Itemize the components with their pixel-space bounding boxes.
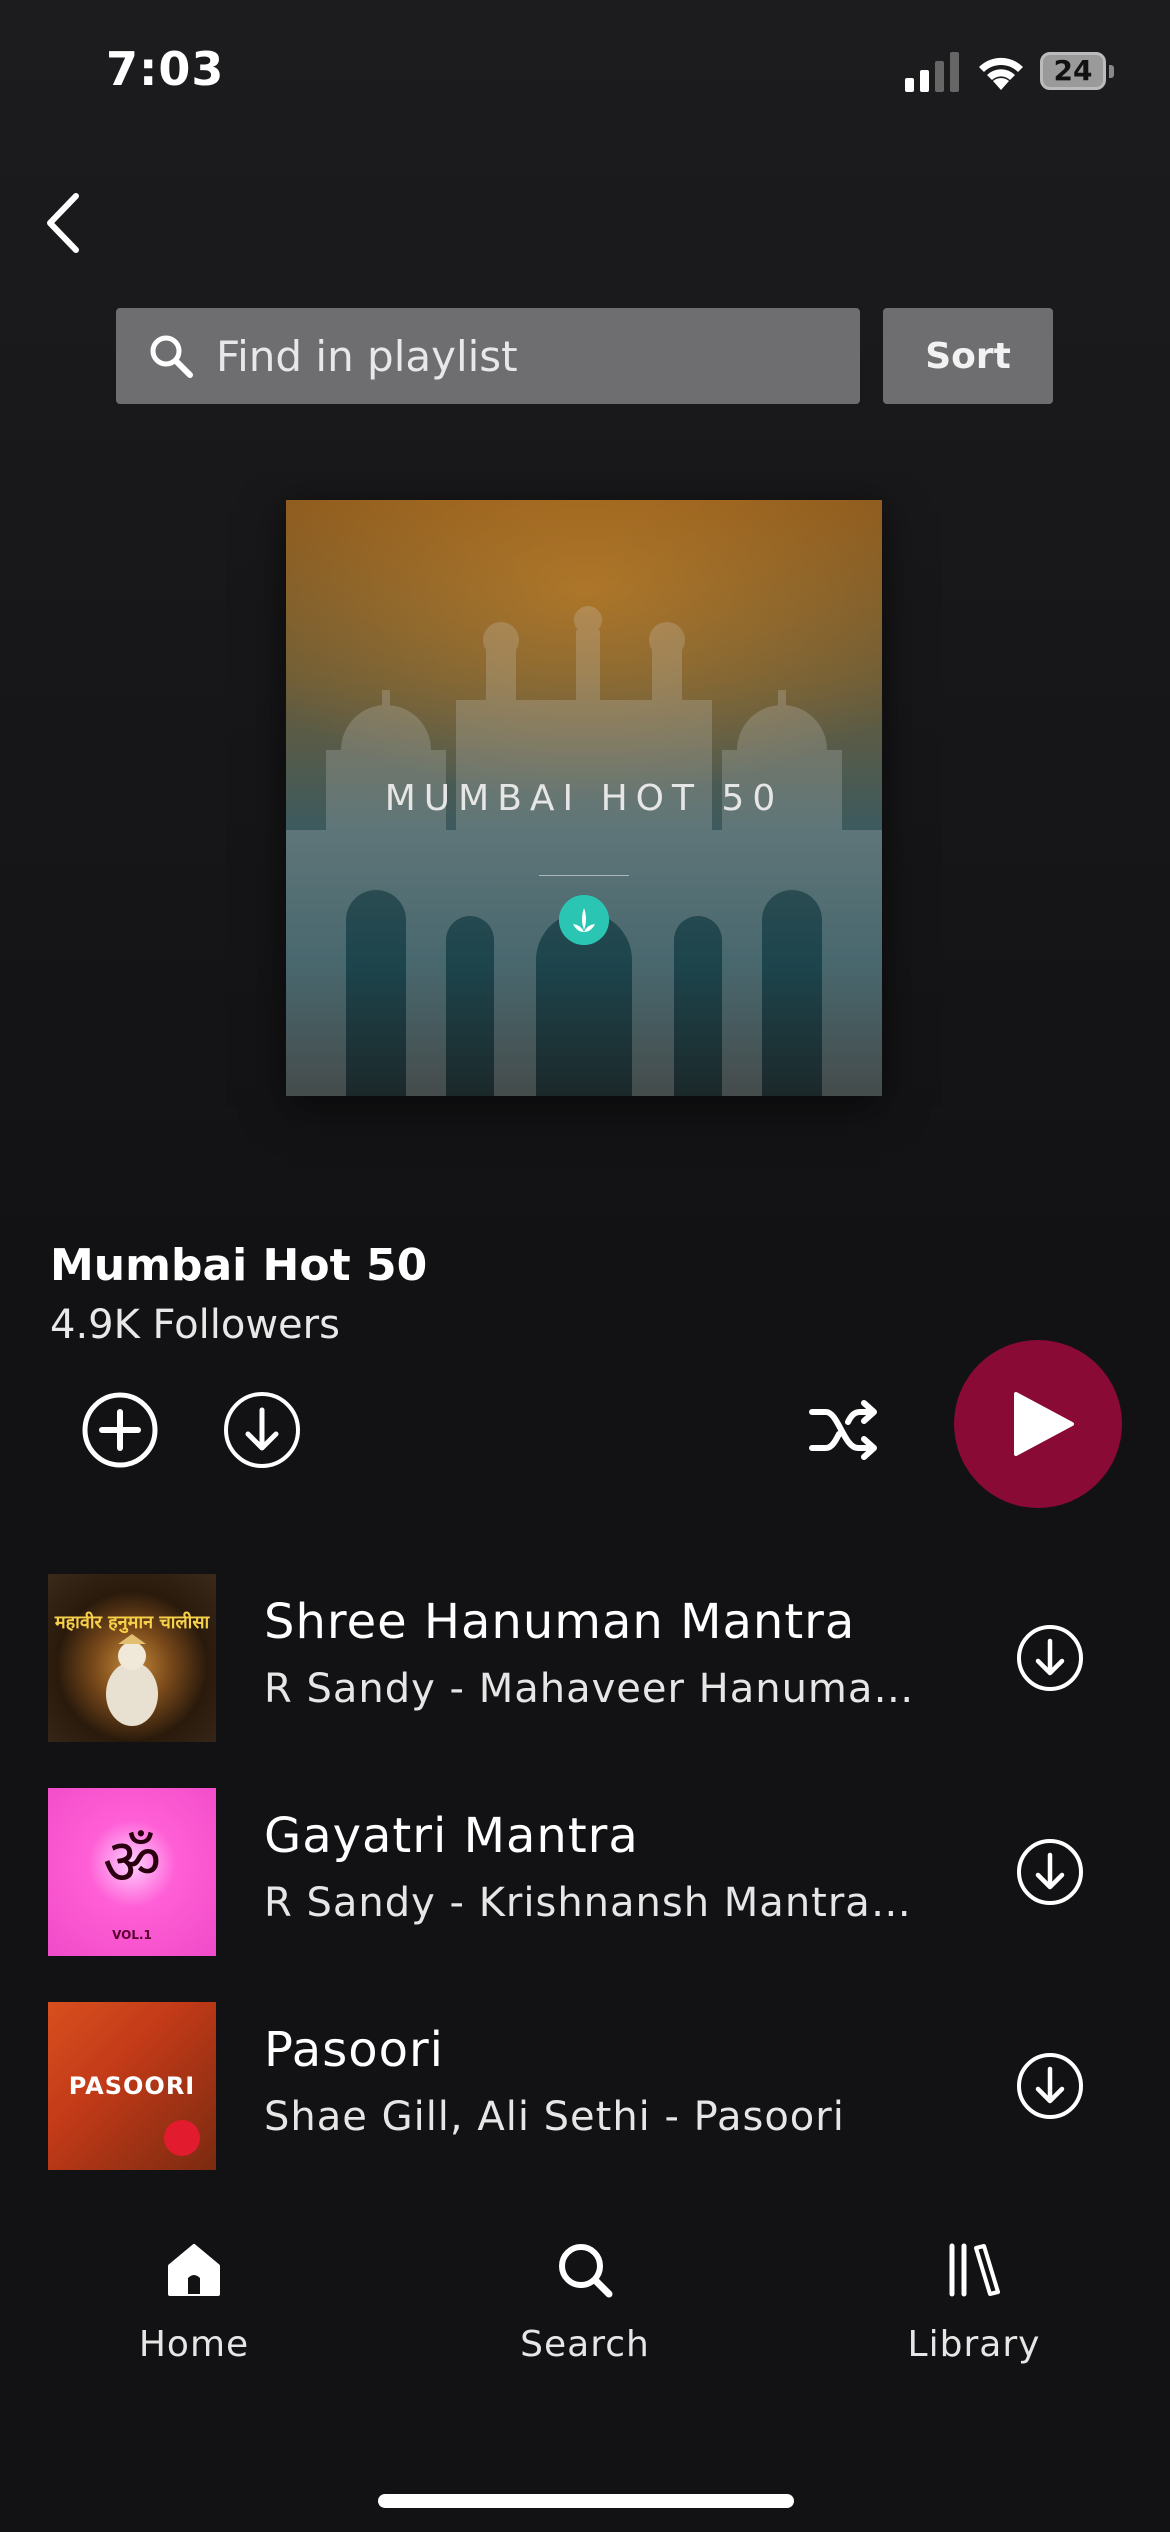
song-row[interactable]: PASOORI Pasoori Shae Gill, Ali Sethi - P… xyxy=(0,2002,1170,2172)
download-song-icon[interactable] xyxy=(1016,2052,1084,2120)
library-icon xyxy=(949,2243,1000,2297)
artwork-text: ॐ xyxy=(102,1826,162,1900)
tab-search-label: Search xyxy=(520,2324,650,2365)
back-chevron-icon[interactable] xyxy=(40,188,90,258)
song-subtitle: R Sandy - Krishnansh Mantra Sangrah xyxy=(264,1880,924,1926)
song-subtitle: Shae Gill, Ali Sethi - Pasoori xyxy=(264,2094,845,2140)
coke-studio-badge xyxy=(164,2120,200,2156)
sort-button[interactable]: Sort xyxy=(883,308,1053,404)
search-icon xyxy=(559,2244,613,2298)
song-title: Gayatri Mantra xyxy=(264,1808,639,1864)
home-icon xyxy=(168,2244,220,2296)
song-row[interactable]: महावीर हनुमान चालीसा Shree Hanuman Mantr… xyxy=(0,1574,1170,1744)
find-in-playlist-input[interactable] xyxy=(214,330,858,382)
status-time: 7:03 xyxy=(106,42,225,96)
tab-home-label: Home xyxy=(138,2324,250,2365)
playlist-followers: 4.9K Followers xyxy=(50,1302,340,1348)
song-row[interactable]: ॐ VOL.1 Gayatri Mantra R Sandy - Krishna… xyxy=(0,1788,1170,1958)
wifi-icon xyxy=(979,57,1023,90)
bottom-tab-bar: Home Search Library xyxy=(0,2190,1170,2532)
play-button[interactable] xyxy=(954,1340,1122,1508)
artwork-text: महावीर हनुमान चालीसा xyxy=(54,1612,210,1633)
shuffle-icon[interactable] xyxy=(808,1398,880,1462)
artwork-text: PASOORI xyxy=(68,2072,196,2100)
battery-icon: 24 xyxy=(1040,52,1114,92)
song-artwork: महावीर हनुमान चालीसा xyxy=(48,1574,216,1742)
add-to-library-icon[interactable] xyxy=(80,1390,160,1470)
cover-title: MUMBAI HOT 50 xyxy=(384,778,784,819)
hanuman-figure xyxy=(106,1634,158,1726)
tab-search[interactable]: Search xyxy=(465,2240,705,2365)
download-playlist-icon[interactable] xyxy=(222,1390,302,1470)
download-song-icon[interactable] xyxy=(1016,1624,1084,1692)
playlist-cover-art: MUMBAI HOT 50 xyxy=(286,500,882,1096)
song-title: Shree Hanuman Mantra xyxy=(264,1594,856,1650)
song-artwork: PASOORI xyxy=(48,2002,216,2170)
home-indicator[interactable] xyxy=(378,2494,794,2508)
cover-divider xyxy=(539,875,629,876)
status-bar: 7:03 24 xyxy=(0,0,1170,150)
playlist-title: Mumbai Hot 50 xyxy=(50,1240,428,1291)
find-in-playlist-field[interactable] xyxy=(116,308,860,404)
tab-library[interactable]: Library xyxy=(854,2240,1094,2365)
jiosaavn-logo-icon xyxy=(559,895,609,945)
download-song-icon[interactable] xyxy=(1016,1838,1084,1906)
song-artwork: ॐ VOL.1 xyxy=(48,1788,216,1956)
tab-library-label: Library xyxy=(907,2324,1041,2365)
artwork-subtext: VOL.1 xyxy=(112,1928,152,1942)
song-subtitle: R Sandy - Mahaveer Hanuman Chalisa xyxy=(264,1666,924,1712)
play-icon xyxy=(1014,1392,1074,1456)
cellular-signal-icon xyxy=(905,52,959,92)
battery-level: 24 xyxy=(1053,54,1093,87)
tab-home[interactable]: Home xyxy=(74,2240,314,2365)
search-icon xyxy=(150,335,193,378)
song-title: Pasoori xyxy=(264,2022,445,2078)
